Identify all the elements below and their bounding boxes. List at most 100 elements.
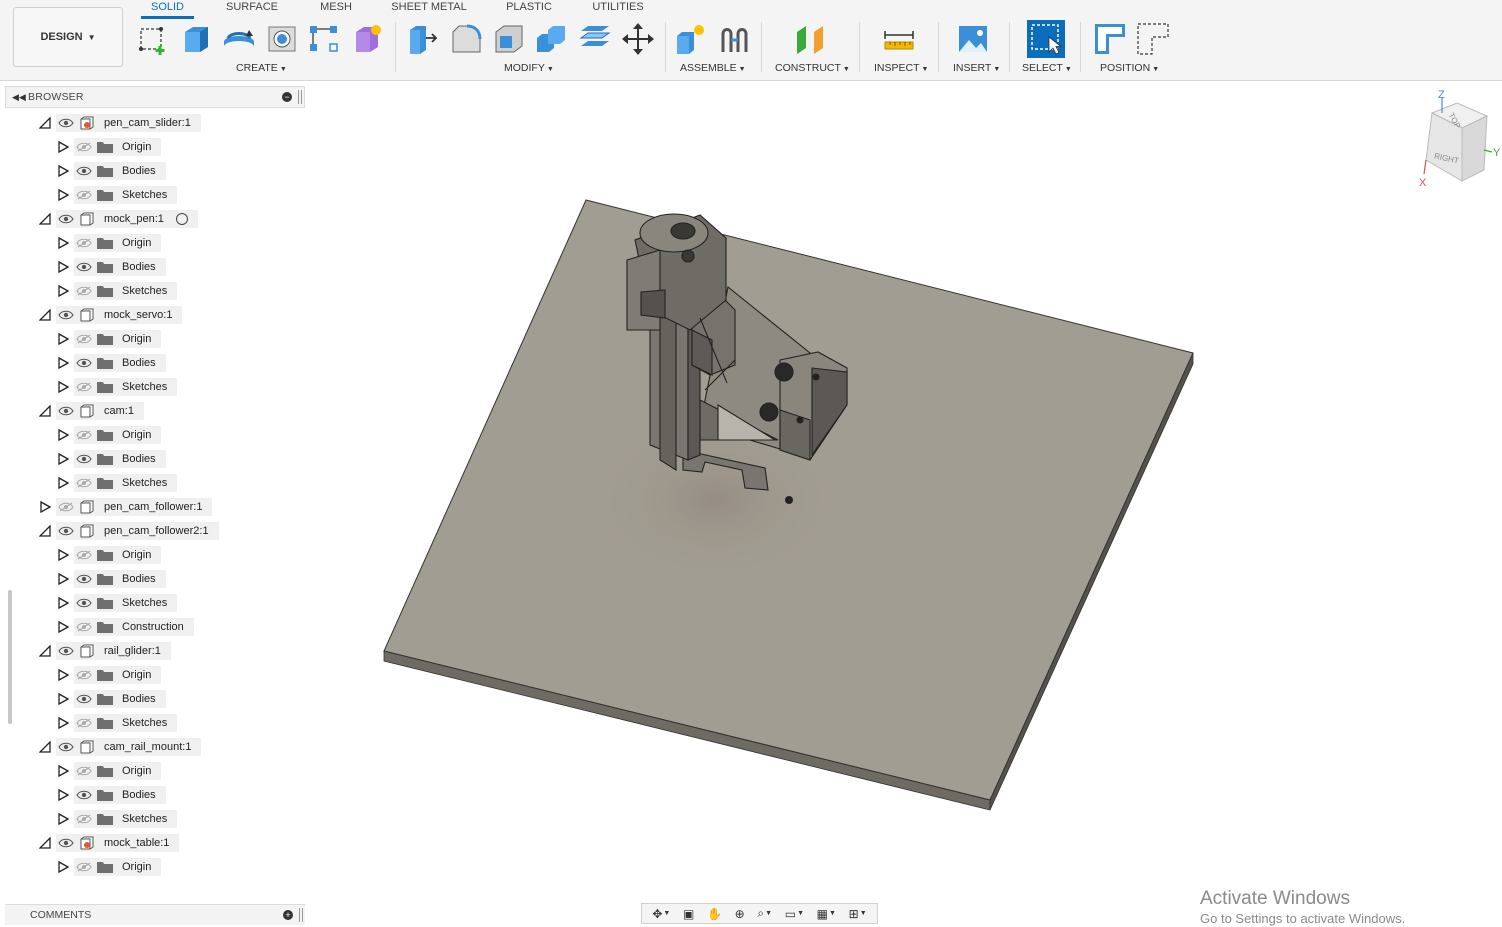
browser-component-row[interactable]: mock_servo:1 [38, 305, 183, 325]
new-sketch-icon[interactable] [136, 22, 170, 56]
minus-icon[interactable]: − [282, 92, 292, 102]
grid-icon[interactable]: ▦ ▼ [817, 907, 836, 921]
browser-component-row[interactable]: pen_cam_follower:1 [38, 497, 213, 517]
press-pull-icon[interactable] [406, 22, 440, 56]
create-menu[interactable]: CREATE ▼ [236, 62, 287, 74]
hidden-eye-icon[interactable] [74, 188, 94, 202]
insert-image-icon[interactable] [956, 22, 990, 56]
browser-node[interactable]: Origin [74, 138, 162, 156]
browser-node[interactable]: Origin [74, 666, 162, 684]
expand-triangle-icon[interactable] [56, 572, 70, 586]
inspect-menu[interactable]: INSPECT ▼ [874, 62, 928, 74]
expand-triangle-icon[interactable] [56, 188, 70, 202]
revolve-icon[interactable] [222, 22, 256, 56]
expand-triangle-icon[interactable] [56, 164, 70, 178]
expand-triangle-icon[interactable] [56, 764, 70, 778]
expand-triangle-icon[interactable] [56, 236, 70, 250]
browser-node[interactable]: Sketches [74, 186, 178, 204]
visibility-eye-icon[interactable] [56, 644, 76, 658]
browser-folder-row[interactable]: Origin [56, 665, 162, 685]
create-form-icon[interactable] [350, 22, 384, 56]
browser-node[interactable]: pen_cam_follower2:1 [56, 522, 219, 540]
browser-folder-row[interactable]: Bodies [56, 569, 166, 589]
browser-node[interactable]: Sketches [74, 714, 178, 732]
select-menu[interactable]: SELECT ▼ [1022, 62, 1072, 74]
visibility-eye-icon[interactable] [74, 452, 94, 466]
browser-component-row[interactable]: pen_cam_slider:1 [38, 113, 201, 133]
split-body-icon[interactable] [578, 22, 612, 56]
activate-component-radio[interactable] [175, 213, 188, 225]
collapse-triangle-icon[interactable] [38, 740, 52, 754]
browser-node[interactable]: Sketches [74, 810, 178, 828]
browser-node[interactable]: Bodies [74, 450, 166, 468]
construct-menu[interactable]: CONSTRUCT ▼ [775, 62, 850, 74]
browser-folder-row[interactable]: Bodies [56, 257, 166, 277]
browser-folder-row[interactable]: Sketches [56, 593, 178, 613]
visibility-eye-icon[interactable] [74, 356, 94, 370]
browser-scrollbar[interactable] [8, 590, 12, 724]
select-icon[interactable] [1027, 20, 1065, 58]
browser-node[interactable]: Bodies [74, 162, 166, 180]
combine-icon[interactable] [535, 22, 569, 56]
browser-node[interactable]: Origin [74, 762, 162, 780]
tab-surface[interactable]: SURFACE [222, 0, 282, 16]
new-component-icon[interactable] [674, 22, 708, 56]
hidden-eye-icon[interactable] [74, 332, 94, 346]
position-menu[interactable]: POSITION ▼ [1100, 62, 1159, 74]
orbit-icon[interactable]: ✥ ▼ [652, 907, 670, 921]
hidden-eye-icon[interactable] [74, 236, 94, 250]
expand-triangle-icon[interactable] [56, 860, 70, 874]
browser-component-row[interactable]: rail_glider:1 [38, 641, 171, 661]
browser-folder-row[interactable]: Origin [56, 233, 162, 253]
visibility-eye-icon[interactable] [74, 788, 94, 802]
expand-triangle-icon[interactable] [56, 668, 70, 682]
insert-menu[interactable]: INSERT ▼ [953, 62, 1000, 74]
browser-node[interactable]: Sketches [74, 594, 178, 612]
browser-folder-row[interactable]: Bodies [56, 449, 166, 469]
tab-mesh[interactable]: MESH [315, 0, 357, 16]
browser-folder-row[interactable]: Bodies [56, 161, 166, 181]
visibility-eye-icon[interactable] [74, 596, 94, 610]
expand-triangle-icon[interactable] [56, 332, 70, 346]
browser-folder-row[interactable]: Sketches [56, 281, 178, 301]
browser-node[interactable]: cam_rail_mount:1 [56, 738, 202, 756]
display-settings-icon[interactable]: ▭ ▼ [785, 907, 804, 921]
collapse-triangle-icon[interactable] [38, 524, 52, 538]
hidden-eye-icon[interactable] [74, 428, 94, 442]
move-icon[interactable] [621, 22, 655, 56]
browser-node[interactable]: mock_pen:1 [56, 210, 198, 228]
hidden-eye-icon[interactable] [74, 812, 94, 826]
browser-node[interactable]: Origin [74, 546, 162, 564]
extrude-icon[interactable] [180, 22, 214, 56]
fillet-icon[interactable] [449, 22, 483, 56]
shell-icon[interactable] [492, 22, 526, 56]
expand-triangle-icon[interactable] [56, 620, 70, 634]
visibility-eye-icon[interactable] [74, 692, 94, 706]
expand-triangle-icon[interactable] [56, 380, 70, 394]
visibility-eye-icon[interactable] [56, 116, 76, 130]
expand-triangle-icon[interactable] [56, 788, 70, 802]
visibility-eye-icon[interactable] [56, 308, 76, 322]
visibility-eye-icon[interactable] [56, 212, 76, 226]
expand-triangle-icon[interactable] [56, 284, 70, 298]
browser-folder-row[interactable]: Origin [56, 425, 162, 445]
tab-sheet-metal[interactable]: SHEET METAL [389, 0, 469, 16]
browser-node[interactable]: Origin [74, 234, 162, 252]
browser-folder-row[interactable]: Sketches [56, 809, 178, 829]
tab-plastic[interactable]: PLASTIC [500, 0, 558, 16]
hidden-eye-icon[interactable] [74, 548, 94, 562]
expand-triangle-icon[interactable] [56, 548, 70, 562]
collapse-triangle-icon[interactable] [38, 308, 52, 322]
collapse-browser-icon[interactable]: ◀◀ [12, 92, 28, 103]
look-at-icon[interactable]: ▣ [683, 907, 694, 921]
viewports-icon[interactable]: ⊞ ▼ [849, 907, 867, 921]
browser-node[interactable]: Bodies [74, 570, 166, 588]
assemble-menu[interactable]: ASSEMBLE ▼ [680, 62, 746, 74]
collapse-triangle-icon[interactable] [38, 212, 52, 226]
browser-component-row[interactable]: mock_pen:1 [38, 209, 198, 229]
canvas-viewport[interactable] [306, 80, 1502, 924]
panel-pin-icon[interactable] [298, 90, 302, 104]
expand-triangle-icon[interactable] [56, 716, 70, 730]
browser-folder-row[interactable]: Origin [56, 857, 162, 877]
pan-icon[interactable]: ✋ [707, 907, 722, 921]
